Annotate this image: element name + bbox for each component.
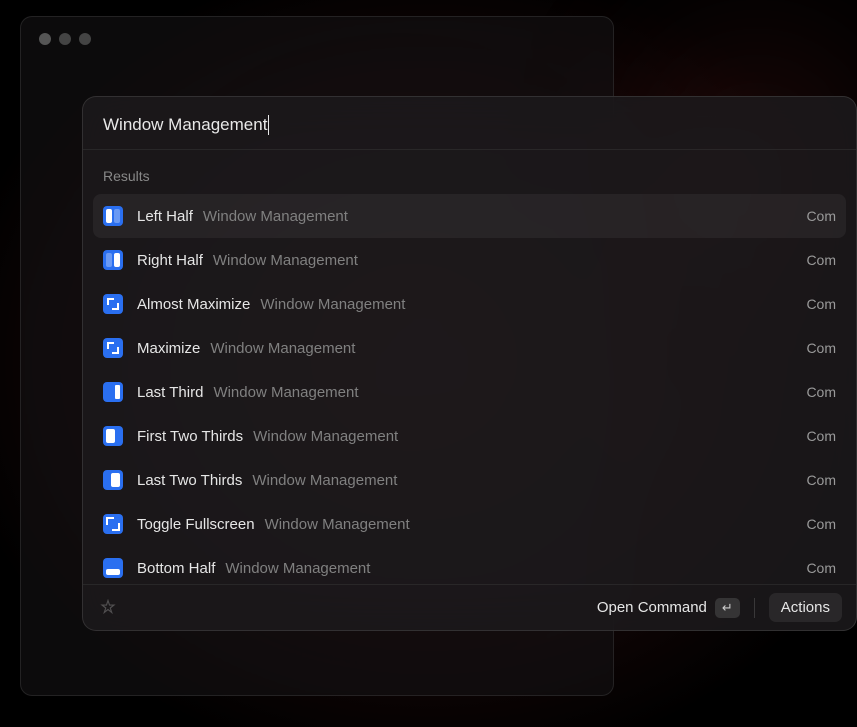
results-area: Results Left HalfWindow ManagementComRig… [83, 150, 856, 584]
result-item[interactable]: Almost Maximize Window Management Com [83, 282, 856, 326]
result-subtitle: Window Management [260, 296, 405, 313]
result-title: Bottom Half [137, 560, 215, 577]
result-trail: Com [806, 384, 836, 400]
result-title: Toggle Fullscreen [137, 516, 255, 533]
result-item[interactable]: Last Two Thirds Window Management Com [83, 458, 856, 502]
result-trail: Com [806, 472, 836, 488]
result-text: Last Third Window Management [137, 384, 792, 401]
search-value: Window Management [103, 115, 267, 135]
result-title: First Two Thirds [137, 428, 243, 445]
footer-divider [754, 598, 755, 618]
result-title: Right Half [137, 252, 203, 269]
traffic-lights [21, 17, 613, 45]
result-title: Last Third [137, 384, 203, 401]
result-text: First Two Thirds Window Management [137, 428, 792, 445]
left-half-icon [103, 206, 123, 226]
search-input[interactable]: Window Management [103, 115, 836, 135]
result-title: Last Two Thirds [137, 472, 242, 489]
bottom-icon [103, 558, 123, 578]
result-text: Bottom Half Window Management [137, 560, 792, 577]
result-item[interactable]: Last Third Window Management Com [83, 370, 856, 414]
result-title: Left Half [137, 208, 193, 225]
result-trail: Com [806, 296, 836, 312]
text-caret [268, 115, 269, 135]
result-text: Maximize Window Management [137, 340, 792, 357]
result-text: Left Half Window Management [137, 208, 792, 225]
result-list: Left Half Window Management Com Right Half W… [83, 194, 856, 584]
result-subtitle: Window Management [253, 428, 398, 445]
result-title: Maximize [137, 340, 200, 357]
actions-label: Actions [781, 599, 830, 616]
result-text: Right Half Window Management [137, 252, 792, 269]
open-command-action[interactable]: Open Command ↵ [597, 598, 740, 618]
result-subtitle: Window Management [203, 208, 348, 225]
result-trail: Com [806, 516, 836, 532]
result-text: Almost Maximize Window Management [137, 296, 792, 313]
result-subtitle: Window Management [252, 472, 397, 489]
app-icon[interactable] [99, 599, 117, 617]
result-title: Almost Maximize [137, 296, 250, 313]
result-trail: Com [806, 252, 836, 268]
result-subtitle: Window Management [213, 252, 358, 269]
search-row: Window Management [83, 97, 856, 150]
maximize-icon [103, 338, 123, 358]
maximize-icon [103, 294, 123, 314]
actions-button[interactable]: Actions [769, 593, 842, 622]
result-subtitle: Window Management [210, 340, 355, 357]
result-item[interactable]: First Two Thirds Window Management Com [83, 414, 856, 458]
result-text: Last Two Thirds Window Management [137, 472, 792, 489]
fullscreen-icon [103, 514, 123, 534]
right-half-icon [103, 250, 123, 270]
result-subtitle: Window Management [265, 516, 410, 533]
minimize-icon[interactable] [59, 33, 71, 45]
twothirds-last-icon [103, 470, 123, 490]
maximize-icon[interactable] [79, 33, 91, 45]
result-item[interactable]: Right Half Window Management Com [83, 238, 856, 282]
result-trail: Com [806, 560, 836, 576]
result-item[interactable]: Maximize Window Management Com [83, 326, 856, 370]
open-command-label: Open Command [597, 599, 707, 616]
result-trail: Com [806, 340, 836, 356]
result-trail: Com [806, 208, 836, 224]
result-subtitle: Window Management [225, 560, 370, 577]
results-header: Results [83, 168, 856, 194]
result-trail: Com [806, 428, 836, 444]
launcher-window: Window Management Results Left Half Windo… [82, 96, 857, 631]
result-item[interactable]: Toggle Fullscreen Window Management Com [83, 502, 856, 546]
result-text: Toggle Fullscreen Window Management [137, 516, 792, 533]
footer: Open Command ↵ Actions [83, 584, 856, 630]
twothirds-first-icon [103, 426, 123, 446]
third-icon [103, 382, 123, 402]
result-subtitle: Window Management [213, 384, 358, 401]
close-icon[interactable] [39, 33, 51, 45]
result-item[interactable]: Left Half Window Management Com [93, 194, 846, 238]
enter-key-badge: ↵ [715, 598, 740, 618]
result-item[interactable]: Bottom Half Window Management Com [83, 546, 856, 584]
